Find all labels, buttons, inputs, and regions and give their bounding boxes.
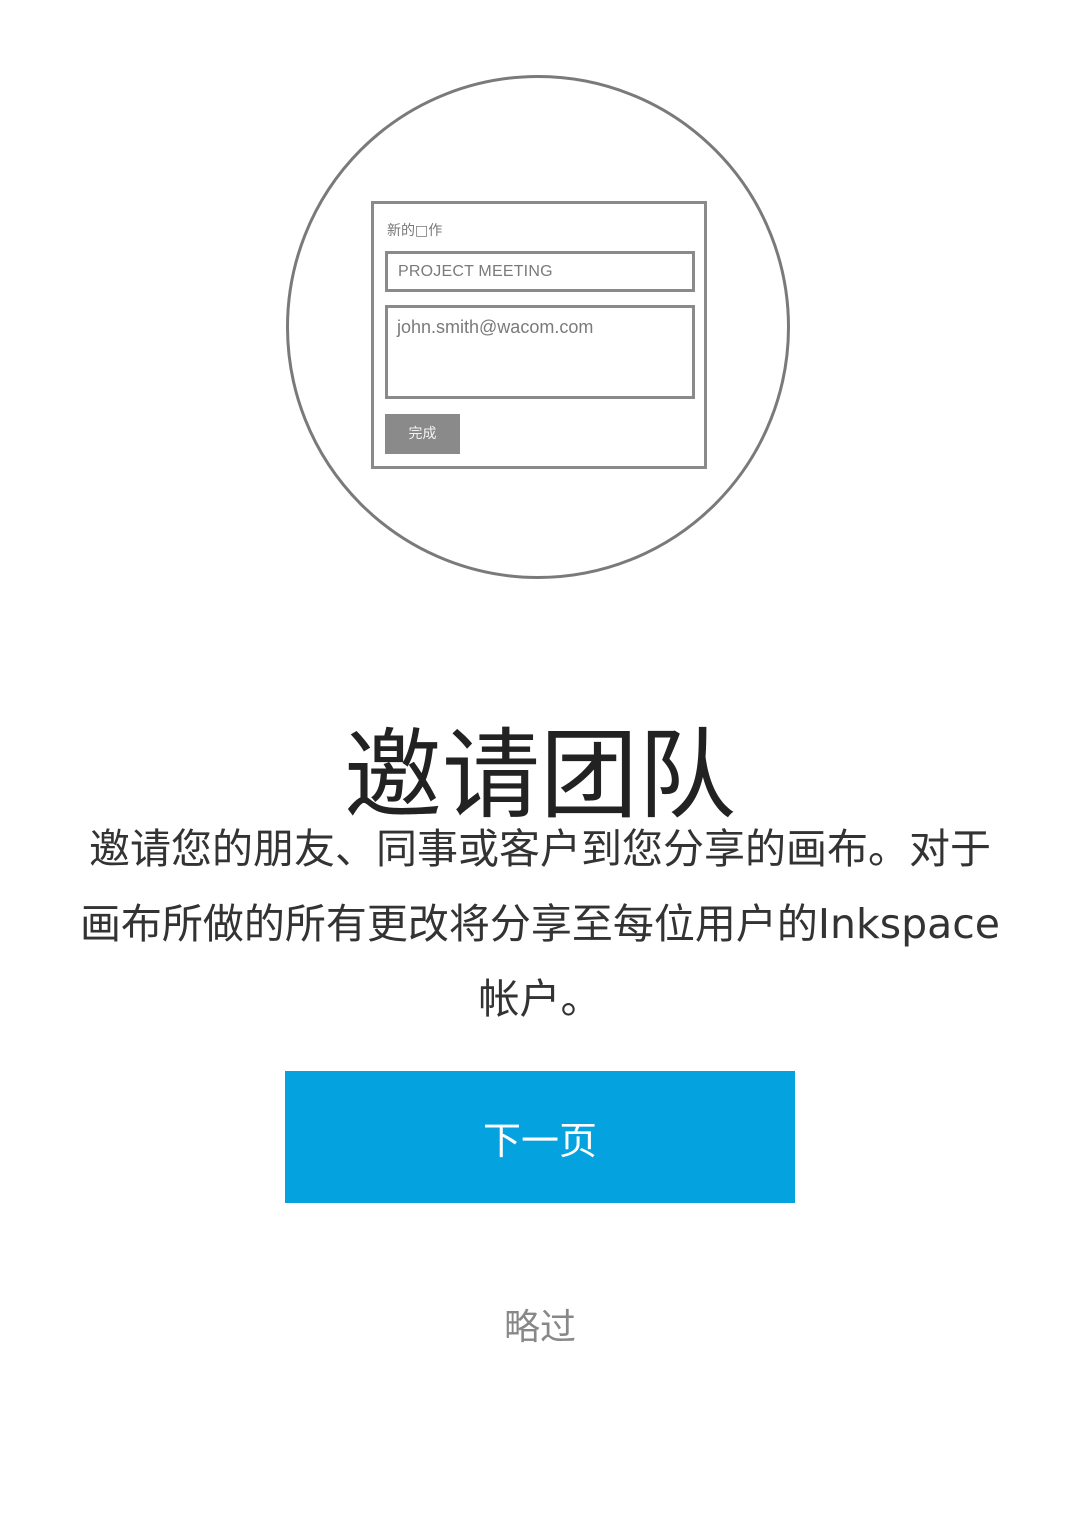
mock-project-input: PROJECT MEETING bbox=[385, 251, 695, 292]
mock-done-button: 完成 bbox=[385, 414, 460, 454]
skip-button[interactable]: 略过 bbox=[0, 1300, 1080, 1356]
page-description: 邀请您的朋友、同事或客户到您分享的画布。对于画布所做的所有更改将分享至每位用户的… bbox=[79, 825, 1001, 1023]
mock-email-textarea: john.smith@wacom.com bbox=[385, 305, 695, 399]
onboarding-page: 新的□作 PROJECT MEETING john.smith@wacom.co… bbox=[0, 0, 1080, 1533]
next-page-button[interactable]: 下一页 bbox=[285, 1071, 795, 1203]
mock-form-heading: 新的□作 bbox=[387, 223, 443, 239]
illustration-mock-form: 新的□作 PROJECT MEETING john.smith@wacom.co… bbox=[371, 201, 707, 469]
